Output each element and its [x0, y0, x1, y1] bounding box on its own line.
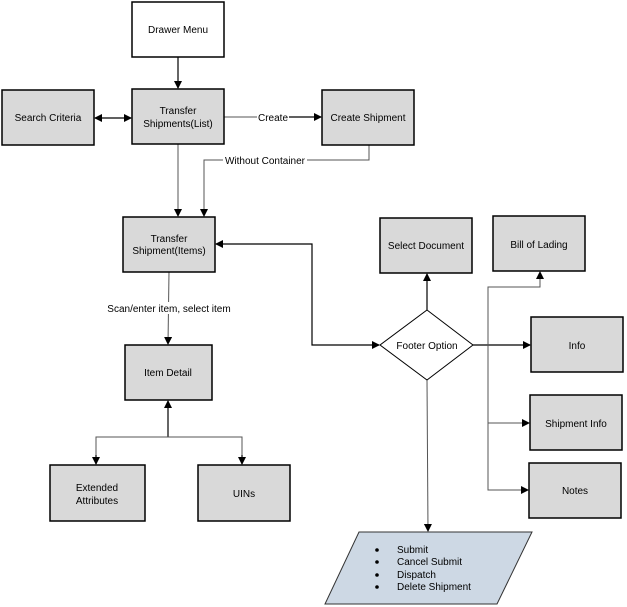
edge-label-scan-enter: Scan/enter item, select item [107, 304, 230, 315]
edge-footer-to-actions [423, 379, 432, 532]
node-extended-attributes: Extended Attributes [49, 464, 146, 522]
node-label: Shipment Info [545, 419, 607, 430]
node-label: Bill of Lading [510, 240, 567, 251]
node-label: Transfer [160, 106, 198, 117]
node-label: Select Document [388, 241, 464, 252]
node-transfer-shipment-items: Transfer Shipment(Items) [122, 216, 216, 273]
node-label: Shipments(List) [143, 119, 212, 130]
action-item: Delete Shipment [397, 582, 471, 593]
node-label: UINs [233, 489, 255, 500]
node-label: Notes [562, 486, 588, 497]
edge-label-create: Create [258, 113, 288, 124]
node-uins: UINs [197, 464, 291, 522]
edge-footer-to-notes [487, 345, 529, 494]
node-label: Create Shipment [330, 113, 405, 124]
node-shipment-info: Shipment Info [529, 394, 623, 451]
node-label: Shipment(Items) [132, 246, 205, 257]
node-label: Extended [76, 483, 118, 494]
edge-detail-branch [95, 436, 243, 464]
node-info: Info [530, 316, 624, 373]
action-item: Submit [397, 545, 428, 556]
node-search-criteria: Search Criteria [1, 89, 95, 146]
node-bill-of-lading: Bill of Lading [492, 215, 586, 272]
node-drawer-menu: Drawer Menu [131, 1, 225, 58]
action-item: Dispatch [397, 570, 436, 581]
action-item: Cancel Submit [397, 557, 462, 568]
node-transfer-shipments-list: Transfer Shipments(List) [131, 88, 225, 145]
node-label: Drawer Menu [148, 25, 208, 36]
node-label: Info [569, 341, 586, 352]
node-select-document: Select Document [379, 217, 473, 274]
node-label: Attributes [76, 496, 118, 507]
node-label: Transfer [151, 234, 189, 245]
edge-label-without-container: Without Container [225, 156, 306, 167]
node-label: Item Detail [144, 368, 192, 379]
node-label: Search Criteria [15, 113, 82, 124]
node-item-detail: Item Detail [124, 344, 213, 401]
node-actions: Submit Cancel Submit Dispatch Delete Shi… [324, 531, 533, 605]
flow-diagram: Create Without Container Scan/enter item… [1, 1, 624, 605]
node-create-shipment: Create Shipment [321, 89, 415, 146]
node-footer-option: Footer Option [379, 309, 474, 381]
node-notes: Notes [528, 462, 622, 519]
node-label: Footer Option [396, 341, 457, 352]
edge-footer-items [215, 240, 380, 349]
